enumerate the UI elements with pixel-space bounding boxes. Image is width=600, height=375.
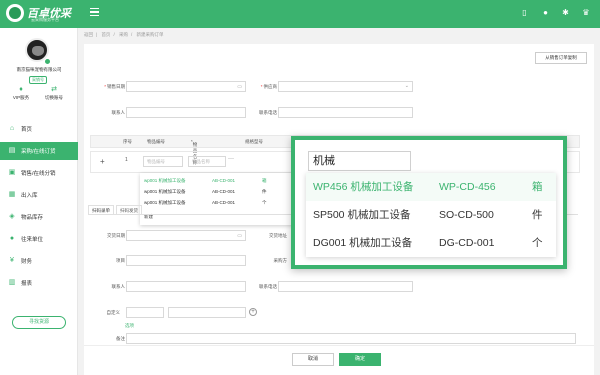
- contacts-icon: ●: [9, 235, 15, 242]
- column-header: * 物品名称: [191, 139, 198, 165]
- sidebar-item-home[interactable]: ⌂ 首页: [0, 120, 78, 138]
- vip-icon[interactable]: ♛: [580, 8, 592, 17]
- switch-account-icon: ⇄: [51, 86, 57, 93]
- report-icon: ▥: [8, 279, 16, 286]
- vip-service-icon: ♦: [19, 86, 23, 93]
- lower-phone-input[interactable]: [278, 281, 413, 292]
- breadcrumb-purchase[interactable]: 采购: [119, 32, 128, 37]
- sidebar-item-report[interactable]: ▥ 报表: [0, 274, 78, 292]
- add-custom-field-icon[interactable]: +: [249, 308, 257, 316]
- calendar-icon: ▭: [237, 233, 242, 239]
- avatar-badge: [44, 58, 51, 65]
- list-item[interactable]: SP500 机械加工设备 SO-CD-500 件: [306, 201, 556, 229]
- sales-icon: ▣: [8, 169, 16, 176]
- breadcrumb: 返回 | 首页 / 采购 / 新建采购订单: [84, 32, 164, 37]
- custom-field-key-input[interactable]: [126, 307, 164, 318]
- options-link[interactable]: 选项: [125, 323, 134, 329]
- company-name: 南京猫咪宠物有限公司: [16, 67, 62, 72]
- find-source-button[interactable]: 寻找货源: [12, 316, 66, 329]
- phone-input[interactable]: [278, 107, 413, 118]
- item-code-input[interactable]: 物品编号: [143, 156, 183, 167]
- list-item[interactable]: WP456 机械加工设备 WP-CD-456 箱: [306, 173, 556, 201]
- hamburger-icon[interactable]: [90, 8, 99, 17]
- switch-account-button[interactable]: ⇄ 切换账号: [40, 86, 68, 101]
- column-header: 物品编号: [147, 139, 165, 144]
- sidebar-item-label: 出入库: [21, 193, 38, 199]
- breadcrumb-current: 新建采购订单: [136, 32, 164, 37]
- project-input[interactable]: [126, 255, 246, 266]
- supplier-select[interactable]: ⌄: [278, 81, 413, 92]
- column-header: 序号: [123, 139, 132, 144]
- message-icon[interactable]: ●: [541, 8, 550, 17]
- home-icon: ⌂: [9, 125, 15, 132]
- inventory-icon: ◈: [9, 213, 15, 220]
- item-suggestion-dropdown: wp001 机械加工设备 AB-CD-001 箱 wp001 机械加工设备 AB-CD…: [140, 173, 294, 225]
- sidebar-item-label: 销售/在线分销: [21, 171, 56, 177]
- remark-input[interactable]: [126, 333, 576, 344]
- lower-phone-label: 联系电话: [259, 284, 277, 289]
- sidebar-item-label: 物品库存: [21, 215, 44, 221]
- delivery-date-label: 交货日期: [107, 233, 125, 238]
- project-label: 项目: [116, 258, 125, 263]
- chevron-down-icon: ⌄: [404, 83, 409, 89]
- custom-field-value-input[interactable]: [168, 307, 246, 318]
- delivery-address-label: 交货地址: [269, 233, 287, 238]
- list-item[interactable]: wp001 机械加工设备 AB-CD-001 件: [144, 186, 290, 197]
- item-search-results: WP456 机械加工设备 WP-CD-456 箱 SP500 机械加工设备 SO-CD…: [306, 173, 556, 257]
- vip-service-button[interactable]: ♦ VIP服务: [9, 86, 33, 101]
- row-number: 1: [125, 157, 128, 163]
- item-search-input[interactable]: 机械: [308, 151, 411, 171]
- item-name-input[interactable]: 物品名称: [188, 156, 226, 167]
- delivery-date-input[interactable]: ▭: [126, 230, 246, 241]
- custom-field-label: 自定义: [106, 310, 121, 315]
- role-tag: 采销号: [29, 76, 47, 84]
- supplier-label: *供应商: [260, 84, 277, 89]
- contact-input[interactable]: [126, 107, 246, 118]
- sidebar-item-label: 采购/在线订货: [21, 149, 56, 155]
- contact-label: 联系人: [111, 110, 126, 115]
- warehouse-icon: ▦: [8, 191, 16, 198]
- add-row-icon[interactable]: +: [100, 157, 105, 166]
- buyer-label: 采购方: [273, 258, 288, 263]
- sidebar-item-contacts[interactable]: ● 往来单位: [0, 230, 78, 248]
- cart-icon: ▤: [8, 147, 16, 154]
- cancel-button[interactable]: 取消: [292, 353, 334, 366]
- phone-label: 联系电话: [259, 110, 277, 115]
- list-item[interactable]: wp001 机械加工设备 AB-CD-001 箱: [144, 175, 290, 186]
- breadcrumb-home[interactable]: 首页: [101, 32, 110, 37]
- sidebar-item-warehouse[interactable]: ▦ 出入库: [0, 186, 78, 204]
- mobile-icon[interactable]: ▯: [520, 8, 529, 17]
- top-bar: 百卓优采 云采购服务平台 ▯ ● ✱ ♛: [0, 0, 600, 28]
- switch-account-label: 切换账号: [45, 95, 63, 100]
- lower-contact-input[interactable]: [126, 281, 246, 292]
- breadcrumb-back[interactable]: 返回: [84, 32, 93, 37]
- sidebar-item-label: 往来单位: [21, 237, 44, 243]
- list-item[interactable]: DG001 机械加工设备 DG-CD-001 个: [306, 229, 556, 257]
- sidebar-item-sales[interactable]: ▣ 销售/在线分销: [0, 164, 78, 182]
- remark-label: 备注: [116, 336, 125, 341]
- new-item-option[interactable]: 新建: [144, 211, 290, 222]
- brand-logo: [6, 4, 24, 22]
- sidebar-item-label: 报表: [21, 281, 33, 287]
- settings-icon[interactable]: ✱: [561, 8, 570, 17]
- order-date-input[interactable]: ▭: [126, 81, 246, 92]
- sidebar-item-finance[interactable]: ¥ 财务: [0, 252, 78, 270]
- vip-service-label: VIP服务: [12, 95, 30, 100]
- copy-from-sales-order-button[interactable]: 从销售订单复制: [535, 52, 587, 64]
- sidebar-item-purchase[interactable]: ▤ 采购/在线订货: [0, 142, 78, 160]
- column-header: 规格型号: [245, 139, 263, 144]
- finance-icon: ¥: [10, 257, 14, 264]
- brand-subtitle: 云采购服务平台: [31, 17, 59, 22]
- confirm-button[interactable]: 确定: [339, 353, 381, 366]
- list-item[interactable]: wp001 机械加工设备 AB-CD-001 个: [144, 197, 290, 208]
- sidebar-item-label: 首页: [21, 127, 33, 133]
- order-date-label: *销售日期: [104, 84, 125, 89]
- lower-contact-label: 联系人: [111, 284, 126, 289]
- sidebar-item-label: 财务: [21, 259, 33, 265]
- sidebar-item-inventory[interactable]: ◈ 物品库存: [0, 208, 78, 226]
- more-icon[interactable]: ···: [228, 156, 234, 162]
